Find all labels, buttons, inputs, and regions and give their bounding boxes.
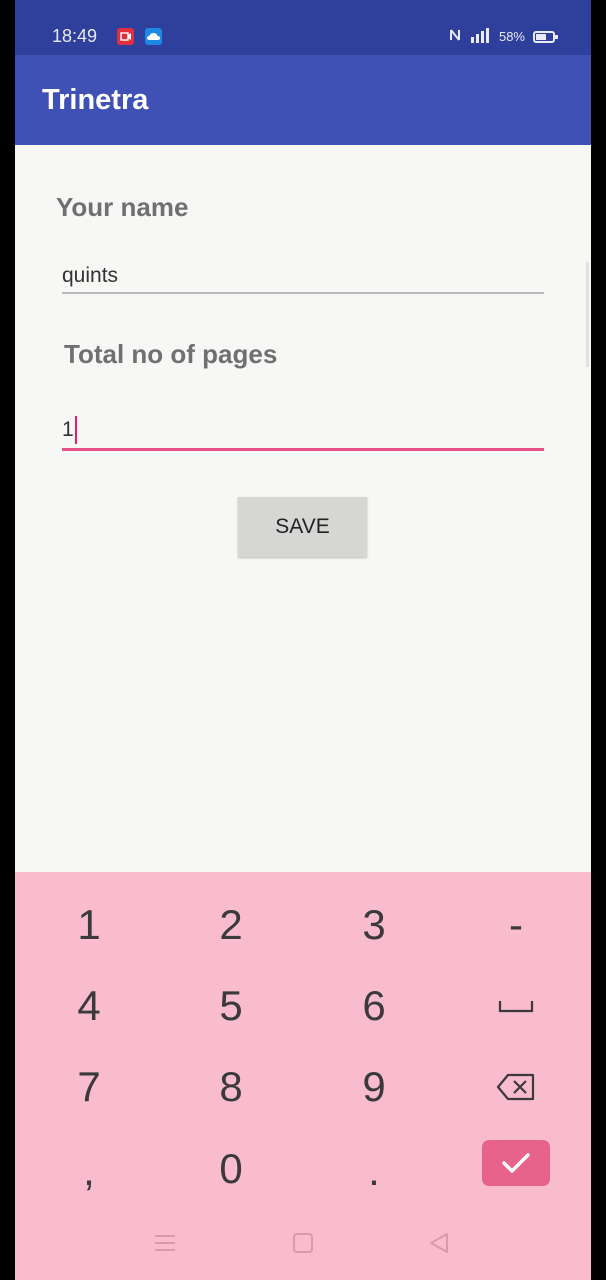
name-input-underline [62, 292, 544, 294]
backspace-icon [496, 1073, 535, 1101]
key-0[interactable]: 0 [181, 1134, 281, 1204]
key-5[interactable]: 5 [181, 971, 281, 1041]
video-notification-icon [117, 28, 134, 45]
text-cursor [75, 416, 77, 444]
name-label: Your name [56, 192, 189, 222]
cloud-notification-icon [145, 28, 162, 45]
save-button[interactable]: SAVE [238, 497, 367, 557]
space-icon [498, 1001, 534, 1013]
key-2[interactable]: 2 [181, 890, 281, 960]
nfc-icon [449, 28, 461, 45]
key-7[interactable]: 7 [39, 1052, 139, 1122]
key-period[interactable]: . [324, 1136, 424, 1206]
battery-icon [533, 30, 558, 43]
space-key[interactable] [466, 971, 566, 1041]
key-8[interactable]: 8 [181, 1052, 281, 1122]
scroll-indicator [586, 262, 589, 367]
key-3[interactable]: 3 [324, 890, 424, 960]
status-time: 18:49 [52, 26, 98, 46]
signal-icon [469, 27, 491, 46]
key-1[interactable]: 1 [39, 890, 139, 960]
key-6[interactable]: 6 [324, 971, 424, 1041]
back-icon[interactable] [428, 1232, 450, 1259]
status-bar: 18:49 58% [15, 0, 591, 55]
status-icons: 58% [449, 27, 558, 46]
pages-label: Total no of pages [64, 339, 278, 369]
battery-percent: 58% [498, 29, 525, 44]
phone-screen: 18:49 58% Trinetra Your name Total no of… [15, 0, 591, 1280]
key-4[interactable]: 4 [39, 971, 139, 1041]
key-comma[interactable]: , [39, 1136, 139, 1206]
pages-input[interactable] [62, 408, 544, 452]
key-minus[interactable]: - [466, 890, 566, 960]
menu-icon[interactable] [154, 1232, 176, 1259]
pages-input-underline [62, 448, 544, 451]
app-title: Trinetra [42, 84, 149, 116]
home-icon[interactable] [292, 1232, 314, 1259]
backspace-key[interactable] [466, 1052, 566, 1122]
system-nav-bar [15, 1222, 591, 1266]
checkmark-icon [502, 1153, 530, 1173]
done-key[interactable] [482, 1140, 550, 1186]
key-9[interactable]: 9 [324, 1052, 424, 1122]
app-bar: Trinetra [15, 55, 591, 145]
numeric-keyboard: 1 2 3 - 4 5 6 7 8 9 , 0 . [15, 872, 591, 1280]
